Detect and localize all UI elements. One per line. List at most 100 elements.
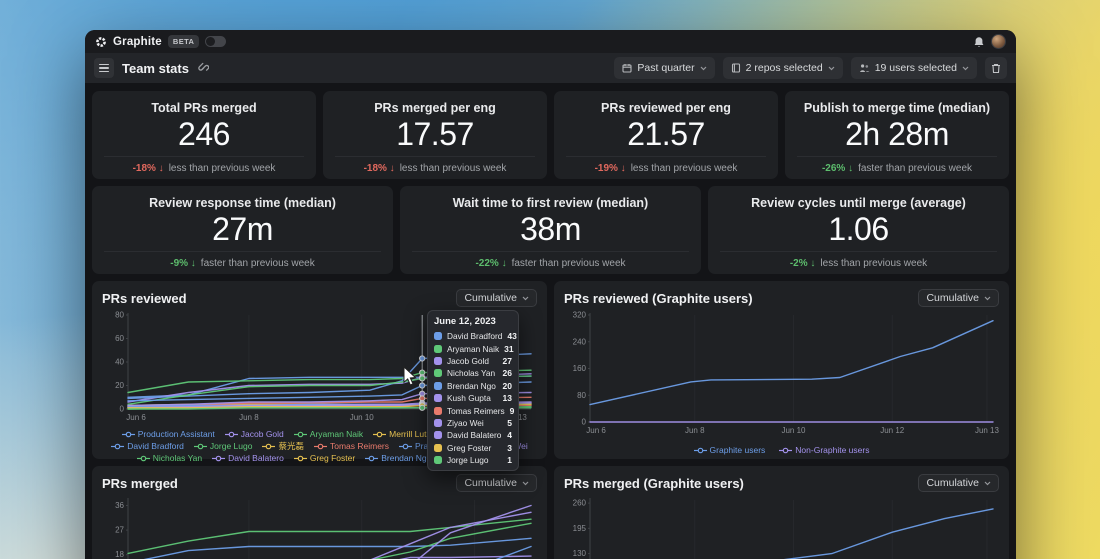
series-marker-icon [212,455,225,462]
legend-item[interactable]: Graphite users [694,445,766,456]
notifications-bell-icon[interactable] [973,36,985,48]
beta-toggle[interactable] [205,36,226,47]
date-range-filter[interactable]: Past quarter [614,57,714,79]
delete-dashboard-button[interactable] [985,57,1007,79]
series-color-swatch [434,407,442,415]
legend-item[interactable]: 蔡光磊 [262,441,304,452]
svg-text:Jun 12: Jun 12 [880,426,905,435]
chart-tooltip: June 12, 2023 David Bradford43Aryaman Na… [427,310,519,471]
series-marker-icon [225,431,238,438]
line-chart-svg: 080160240320Jun 6Jun 8Jun 10Jun 12Jun 13 [564,310,999,436]
series-color-swatch [434,345,442,353]
svg-text:160: 160 [573,364,587,373]
legend-item[interactable]: Non-Graphite users [779,445,869,456]
series-color-swatch [434,357,442,365]
filter-group: Past quarter 2 repos selected 19 users s… [614,57,1007,79]
series-marker-icon [137,455,150,462]
view-mode-select[interactable]: Cumulative [918,289,999,307]
series-marker-icon [122,431,135,438]
stat-title: Review response time (median) [92,196,393,210]
stat-card-prs-merged-per-eng: PRs merged per eng 17.57 -18% ↓less than… [323,91,547,179]
repos-filter[interactable]: 2 repos selected [723,57,843,79]
chevron-down-icon [984,296,991,301]
series-marker-icon [779,447,792,454]
legend-item[interactable]: Tomas Reimers [314,441,389,452]
users-icon [859,63,870,73]
tooltip-user-value: 13 [503,393,512,403]
legend-item[interactable]: David Balatero [212,453,284,464]
svg-text:Jun 8: Jun 8 [685,426,705,435]
tooltip-user-value: 1 [507,455,512,465]
legend-item[interactable]: David Bradford [111,441,184,452]
tooltip-user-name: David Balatero [447,430,502,440]
series-color-swatch [434,444,442,452]
tooltip-user-name: David Bradford [447,331,502,341]
tooltip-row: Jacob Gold27 [434,355,512,367]
stat-cards-row-2: Review response time (median) 27m -9% ↓f… [92,186,1009,274]
series-color-swatch [434,394,442,402]
tooltip-user-value: 3 [507,443,512,453]
legend-item[interactable]: Jacob Gold [225,429,284,440]
legend-label: Graphite users [710,445,766,456]
chart-card-prs-reviewed-graphite-users: PRs reviewed (Graphite users) Cumulative… [554,281,1009,459]
tooltip-user-name: Aryaman Naik [447,344,499,354]
legend-item[interactable]: Greg Foster [294,453,355,464]
series-color-swatch [434,369,442,377]
tooltip-row: Ziyao Wei 5 [434,417,512,429]
legend-label: Tomas Reimers [330,441,389,452]
chart-cards-row-1: PRs reviewed Cumulative 020406080Jun 6Ju… [92,281,1009,459]
dashboard-content: Total PRs merged 246 -18% ↓less than pre… [85,83,1016,559]
prs-reviewed-graphite-users-chart[interactable]: 080160240320Jun 6Jun 8Jun 10Jun 12Jun 13 [564,310,999,441]
legend-item[interactable]: Aryaman Naik [294,429,363,440]
prs-merged-chart[interactable]: 09182736Jun 6Jun 8Jun 10Jun 12 [102,495,537,559]
user-avatar[interactable] [991,34,1006,49]
stat-value: 2h 28m [785,116,1009,152]
chart-cards-row-2: PRs merged Cumulative 09182736Jun 6Jun 8… [92,466,1009,559]
svg-text:Jun 8: Jun 8 [239,413,259,422]
stat-delta: -19% ↓less than previous week [554,163,778,174]
stat-card-review-response-time: Review response time (median) 27m -9% ↓f… [92,186,393,274]
legend-label: Aryaman Naik [310,429,363,440]
graphite-logo-icon [95,36,107,48]
view-mode-select[interactable]: Cumulative [918,474,999,492]
stat-title: Wait time to first review (median) [400,196,701,210]
series-marker-icon [373,431,386,438]
copy-link-icon[interactable] [197,62,209,74]
svg-text:Jun 10: Jun 10 [350,413,375,422]
stat-value: 1.06 [708,211,1009,247]
tooltip-user-value: 27 [503,356,512,366]
menu-button[interactable] [94,58,114,78]
tooltip-row: David Balatero 4 [434,429,512,441]
series-color-swatch [434,382,442,390]
series-color-swatch [434,431,442,439]
svg-text:20: 20 [115,381,124,390]
users-filter[interactable]: 19 users selected [851,57,977,79]
legend-label: Production Assistant [138,429,215,440]
view-mode-select[interactable]: Cumulative [456,289,537,307]
svg-text:Jun 10: Jun 10 [781,426,806,435]
legend-item[interactable]: Nicholas Yan [137,453,202,464]
toolbar: Team stats Past quarter 2 repos selected [85,53,1016,83]
tooltip-user-value: 9 [510,406,515,416]
stat-card-review-cycles-until-merge: Review cycles until merge (average) 1.06… [708,186,1009,274]
tooltip-row: Aryaman Naik31 [434,342,512,354]
tooltip-user-value: 4 [507,430,512,440]
legend-item[interactable]: Brendan Ngo [365,453,431,464]
prs-merged-graphite-users-chart[interactable]: 065130195260Jun 6Jun 8Jun 10Jun 12Jun 13 [564,495,999,559]
chart-title: PRs reviewed (Graphite users) [564,291,753,306]
svg-text:Jun 6: Jun 6 [126,413,146,422]
tooltip-user-name: Ziyao Wei [447,418,502,428]
series-color-swatch [434,419,442,427]
stat-delta: -18% ↓less than previous week [323,163,547,174]
stat-value: 21.57 [554,116,778,152]
svg-text:130: 130 [573,549,587,558]
tooltip-user-name: Kush Gupta [447,393,498,403]
series-marker-icon [294,431,307,438]
beta-badge: BETA [168,35,199,48]
stat-delta: -2% ↓less than previous week [708,258,1009,269]
series-color-swatch [434,456,442,464]
tooltip-user-value: 5 [507,418,512,428]
legend-item[interactable]: Jorge Lugo [194,441,253,452]
view-mode-select[interactable]: Cumulative [456,474,537,492]
legend-item[interactable]: Production Assistant [122,429,215,440]
